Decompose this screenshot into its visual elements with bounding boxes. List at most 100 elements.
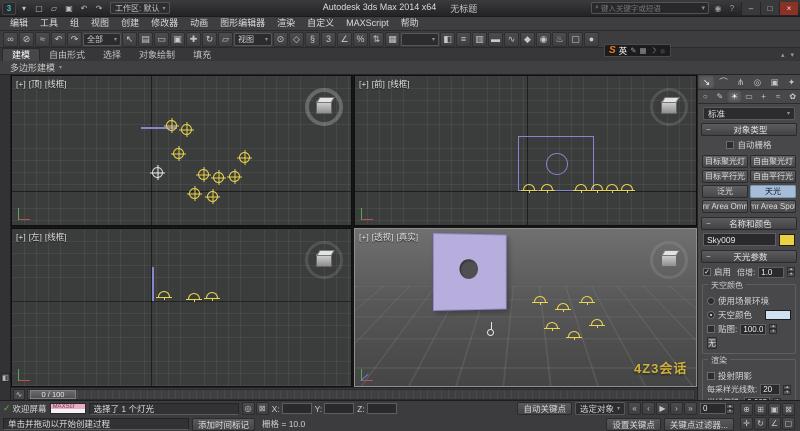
light-type-button[interactable]: 目标聚光灯 <box>702 155 748 168</box>
select-and-scale-icon[interactable]: ▱ ▾ <box>218 32 233 47</box>
pen-icon[interactable]: ✎ <box>630 46 636 55</box>
light-type-button[interactable]: 泛光 <box>702 185 748 198</box>
language-toggle[interactable]: 英 <box>619 45 628 57</box>
mirror-icon[interactable]: ◧ ▾ <box>440 32 455 47</box>
light-type-button[interactable]: 天光 <box>750 185 796 198</box>
rendered-frame-icon[interactable]: ▢ ▾ <box>568 32 583 47</box>
window-crossing-icon[interactable]: ▣ ▾ <box>170 32 185 47</box>
render-setup-icon[interactable]: ♨ ▾ <box>552 32 567 47</box>
select-and-rotate-icon[interactable]: ↻ ▾ <box>202 32 217 47</box>
zoom-icon[interactable]: ⊕ <box>740 403 753 416</box>
toolbox-icon[interactable]: ☼ <box>659 46 666 55</box>
helpers-category[interactable]: + <box>756 90 771 103</box>
light-gizmo[interactable] <box>523 184 535 190</box>
light-gizmo[interactable] <box>206 292 218 298</box>
light-type-button[interactable]: mr Area Spot <box>750 200 796 213</box>
light-gizmo[interactable] <box>213 172 224 183</box>
viewport-front[interactable]: [+][前][线框] <box>354 75 697 226</box>
enable-checkbox[interactable]: ✓ <box>703 268 711 276</box>
redo-icon[interactable]: ↷ ▾ <box>67 32 82 47</box>
viewport-shading-menu[interactable]: [线框] <box>45 232 67 242</box>
orbit-icon[interactable]: ↻ <box>754 417 767 430</box>
layer-manager-icon[interactable]: ▥ ▾ <box>472 32 487 47</box>
select-object-icon[interactable]: ↖ ▾ <box>122 32 137 47</box>
auto-key-button[interactable]: 自动关键点 <box>517 402 572 415</box>
light-gizmo[interactable] <box>591 184 603 190</box>
spinner[interactable]: ▴▾ <box>726 404 734 414</box>
light-gizmo[interactable] <box>581 296 593 302</box>
light-gizmo[interactable] <box>152 167 163 178</box>
menu-item[interactable]: 帮助 <box>395 17 425 30</box>
maxscript-mini-listener[interactable]: MAXScr <box>50 403 86 414</box>
light-gizmo[interactable] <box>606 184 618 190</box>
menu-item[interactable]: 工具 <box>34 17 64 30</box>
spinner[interactable]: ▴▾ <box>769 324 777 334</box>
create-tab[interactable]: ↘ <box>698 75 715 89</box>
select-by-name-icon[interactable]: ▤ ▾ <box>138 32 153 47</box>
viewport-view-menu[interactable]: [前] <box>372 79 385 89</box>
percent-snap-icon[interactable]: % ▾ <box>353 32 368 47</box>
light-type-dropdown[interactable]: 标准 ▾ <box>703 107 795 120</box>
space-warps-category[interactable]: ≈ <box>771 90 786 103</box>
ribbon-tab[interactable]: 填充 <box>184 49 220 61</box>
cameras-category[interactable]: ▭ <box>742 90 757 103</box>
menu-item[interactable]: 动画 <box>184 17 214 30</box>
select-and-move-icon[interactable]: ✚ ▾ <box>186 32 201 47</box>
viewport-shading-menu[interactable]: [线框] <box>45 79 67 89</box>
close-button[interactable]: × <box>779 2 798 15</box>
snap-toggle-icon[interactable]: 3 ▾ <box>321 32 336 47</box>
map-amount-input[interactable] <box>740 324 766 335</box>
ribbon-tab[interactable]: 对象绘制 <box>130 49 184 61</box>
material-editor-icon[interactable]: ◉ ▾ <box>536 32 551 47</box>
light-gizmo[interactable] <box>557 303 569 309</box>
go-to-start-icon[interactable]: « <box>628 402 641 415</box>
select-and-manipulate-icon[interactable]: ◇ ▾ <box>289 32 304 47</box>
field-of-view-icon[interactable]: ∠ <box>768 417 781 430</box>
welcome-screen-toggle[interactable]: ✓ 欢迎屏幕 <box>3 403 47 415</box>
viewport-view-menu[interactable]: [顶] <box>29 79 42 89</box>
systems-category[interactable]: ✿ <box>785 90 800 103</box>
light-gizmo[interactable] <box>568 331 580 337</box>
use-scene-environment-radio[interactable] <box>707 297 715 305</box>
menu-item[interactable]: 修改器 <box>145 17 184 30</box>
viewport-label[interactable]: [+][顶][线框] <box>16 78 70 90</box>
use-pivot-center-icon[interactable]: ⊙ ▾ <box>273 32 288 47</box>
menu-item[interactable]: 自定义 <box>301 17 340 30</box>
multiplier-input[interactable] <box>758 267 784 278</box>
selection-region-icon[interactable]: ▭ ▾ <box>154 32 169 47</box>
key-filters-button[interactable]: 关键点过滤器... <box>664 418 734 431</box>
next-frame-icon[interactable]: › <box>670 402 683 415</box>
go-to-end-icon[interactable]: » <box>684 402 697 415</box>
curve-editor-icon[interactable]: ∿ ▾ <box>504 32 519 47</box>
light-gizmo[interactable] <box>189 188 200 199</box>
app-menu-caret-icon[interactable]: ▾ <box>17 2 31 15</box>
play-icon[interactable]: ▶ <box>656 402 669 415</box>
render-production-icon[interactable]: ● ▾ <box>584 32 599 47</box>
viewport-plus-menu[interactable]: [+] <box>16 232 26 242</box>
cast-shadows-checkbox[interactable]: ✓ <box>707 372 715 380</box>
lock-selection-icon[interactable]: ⊠ <box>256 402 269 415</box>
object-color-swatch[interactable] <box>779 234 795 246</box>
viewport-top[interactable]: [+][顶][线框] <box>11 75 352 226</box>
ribbon-panel-polygon-modeling[interactable]: 多边形建模 ▾ <box>0 61 800 75</box>
light-gizmo[interactable] <box>188 293 200 299</box>
bind-to-space-warp-icon[interactable]: ≈ ▾ <box>35 32 50 47</box>
moon-icon[interactable]: ☽ <box>650 46 657 55</box>
sogou-logo-icon[interactable]: S <box>609 45 616 56</box>
light-type-button[interactable]: 目标平行光 <box>702 170 748 183</box>
rays-per-sample-input[interactable] <box>760 384 780 395</box>
select-and-link-icon[interactable]: ∞ ▾ <box>3 32 18 47</box>
keyboard-icon[interactable]: ▦ <box>639 46 646 55</box>
ribbon-toggle-icon[interactable]: ▬ ▾ <box>488 32 503 47</box>
viewport-label[interactable]: [+][左][线框] <box>16 231 70 243</box>
light-gizmo[interactable] <box>158 291 170 297</box>
undo-icon[interactable]: ↶ ▾ <box>51 32 66 47</box>
light-gizmo[interactable] <box>541 184 553 190</box>
menu-item[interactable]: 创建 <box>115 17 145 30</box>
display-tab[interactable]: ▣ <box>766 75 783 89</box>
undo-icon[interactable]: ↶ <box>77 2 91 15</box>
selection-filter-dropdown[interactable]: 全部 ▾ <box>83 33 121 46</box>
new-scene-icon[interactable]: ▢ <box>32 2 46 15</box>
app-menu-button[interactable]: 3 <box>2 2 16 15</box>
named-selection-dropdown[interactable]: ▾ <box>401 33 439 46</box>
